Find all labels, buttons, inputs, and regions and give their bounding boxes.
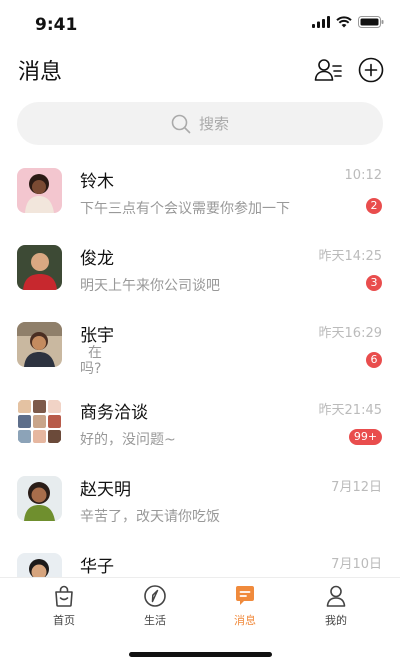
chat-name: 张宇 <box>80 326 114 346</box>
chat-row[interactable]: 商务洽谈 好的，没问题~ 昨天21:45 99+ <box>0 384 400 461</box>
chat-row[interactable]: 华子 7月10日 <box>0 538 400 577</box>
status-icons <box>312 16 384 28</box>
tab-label: 首页 <box>53 614 75 627</box>
avatar <box>17 322 62 367</box>
contacts-button[interactable] <box>314 56 342 84</box>
tab-home[interactable]: 首页 <box>34 584 94 634</box>
unread-badge: 6 <box>366 352 382 368</box>
chat-time: 昨天16:29 <box>318 326 382 341</box>
chat-time: 10:12 <box>344 168 382 183</box>
chat-name: 俊龙 <box>80 249 114 269</box>
signal-icon <box>312 16 330 28</box>
avatar <box>17 476 62 521</box>
search-placeholder: 搜索 <box>198 115 229 133</box>
plus-circle-icon <box>358 57 384 83</box>
wifi-icon <box>336 16 352 28</box>
battery-icon <box>358 16 384 28</box>
group-avatar <box>17 399 62 444</box>
chat-last-message: 在吗? <box>80 345 102 377</box>
tab-label: 我的 <box>325 614 347 627</box>
avatar <box>17 168 62 213</box>
tab-label: 生活 <box>144 614 166 627</box>
chat-list: 铃木 下午三点有个会议需要你参加一下 10:12 2 俊龙 明天上午来你公司谈吧… <box>0 153 400 577</box>
tab-label: 消息 <box>234 614 256 627</box>
add-button[interactable] <box>357 56 385 84</box>
message-icon <box>236 586 254 605</box>
chat-last-message: 明天上午来你公司谈吧 <box>80 278 220 294</box>
status-bar: 9:41 <box>0 0 400 48</box>
chat-name: 铃木 <box>80 172 114 192</box>
page-title: 消息 <box>18 60 63 85</box>
chat-row[interactable]: 铃木 下午三点有个会议需要你参加一下 10:12 2 <box>0 153 400 230</box>
home-bag-icon <box>55 585 73 607</box>
chat-last-message: 下午三点有个会议需要你参加一下 <box>80 201 290 217</box>
chat-name: 商务洽谈 <box>80 403 148 423</box>
chat-last-message: 好的，没问题~ <box>80 432 176 448</box>
chat-last-message: 辛苦了，改天请你吃饭 <box>80 509 220 525</box>
compass-icon <box>144 585 166 607</box>
contacts-list-icon <box>314 59 342 81</box>
unread-badge: 3 <box>366 275 382 291</box>
tab-life[interactable]: 生活 <box>125 584 185 634</box>
tab-messages[interactable]: 消息 <box>215 584 275 634</box>
header: 消息 <box>0 48 400 94</box>
chat-row[interactable]: 俊龙 明天上午来你公司谈吧 昨天14:25 3 <box>0 230 400 307</box>
user-icon <box>326 585 346 607</box>
search-icon <box>171 114 191 133</box>
chat-row[interactable]: 张宇 在吗? 昨天16:29 6 <box>0 307 400 384</box>
chat-time: 昨天21:45 <box>318 403 382 418</box>
search-input[interactable]: 搜索 <box>17 102 383 145</box>
chat-name: 赵天明 <box>80 480 131 500</box>
tab-profile[interactable]: 我的 <box>306 584 366 634</box>
chat-time: 7月10日 <box>331 557 382 572</box>
unread-badge: 99+ <box>349 429 382 445</box>
chat-row[interactable]: 赵天明 辛苦了，改天请你吃饭 7月12日 <box>0 461 400 538</box>
chat-time: 7月12日 <box>331 480 382 495</box>
status-time: 9:41 <box>35 15 78 35</box>
home-indicator <box>129 652 272 657</box>
chat-time: 昨天14:25 <box>318 249 382 264</box>
avatar <box>17 553 62 577</box>
unread-badge: 2 <box>366 198 382 214</box>
avatar <box>17 245 62 290</box>
chat-name: 华子 <box>80 557 114 577</box>
